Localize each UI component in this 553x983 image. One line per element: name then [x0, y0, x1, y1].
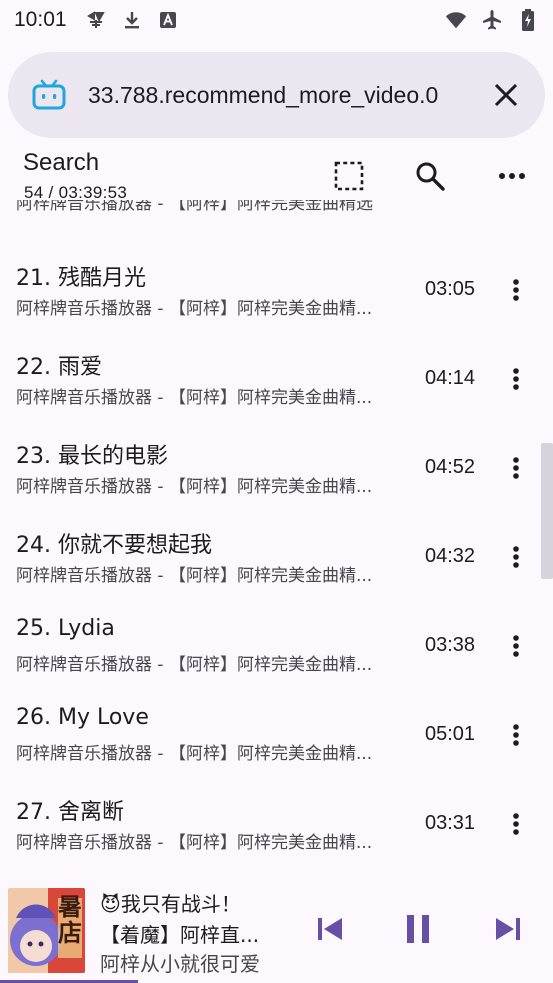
mini-player[interactable]: 暑 店 😈我只有战斗！ 【着魔】阿梓直... 阿梓从小就很可爱	[0, 885, 553, 983]
pause-icon[interactable]	[401, 912, 435, 946]
more-vertical-icon[interactable]	[505, 272, 527, 308]
status-time: 10:01	[14, 8, 67, 31]
list-item[interactable]: 24. 你就不要想起我 阿梓牌音乐播放器 - 【阿梓】阿梓完美金曲精... 04…	[0, 521, 553, 610]
list-item[interactable]: 22. 雨爱 阿梓牌音乐播放器 - 【阿梓】阿梓完美金曲精... 04:14	[0, 343, 553, 432]
app-notification-icon	[85, 9, 107, 31]
more-vertical-icon[interactable]	[505, 450, 527, 486]
wifi-icon	[445, 9, 467, 31]
list-item[interactable]: 26. My Love 阿梓牌音乐播放器 - 【阿梓】阿梓完美金曲精... 05…	[0, 699, 553, 788]
select-area-icon[interactable]	[332, 159, 366, 193]
track-title: 26. My Love	[16, 705, 149, 730]
list-item-partial[interactable]: 阿梓牌音乐播放器 - 【阿梓】阿梓完美金曲精选	[0, 200, 553, 222]
track-subtitle: 阿梓牌音乐播放器 - 【阿梓】阿梓完美金曲精...	[16, 388, 373, 408]
track-duration: 05:01	[425, 723, 476, 745]
track-duration: 04:32	[425, 545, 476, 567]
track-title: 23. 最长的电影	[16, 444, 168, 469]
skip-next-icon[interactable]	[491, 912, 525, 946]
more-vertical-icon[interactable]	[505, 806, 527, 842]
download-icon	[121, 9, 143, 31]
more-vertical-icon[interactable]	[505, 539, 527, 575]
track-subtitle: 阿梓牌音乐播放器 - 【阿梓】阿梓完美金曲精...	[16, 744, 373, 764]
track-duration: 04:52	[425, 456, 476, 478]
now-playing-title: 😈我只有战斗！	[100, 892, 241, 916]
track-duration: 03:38	[425, 634, 476, 656]
track-subtitle: 阿梓牌音乐播放器 - 【阿梓】阿梓完美金曲精...	[16, 566, 373, 586]
bilibili-tv-icon	[32, 78, 66, 112]
track-duration: 03:05	[425, 278, 476, 300]
search-icon[interactable]	[413, 159, 447, 193]
track-title: 27. 舍离断	[16, 800, 124, 825]
track-list[interactable]: 阿梓牌音乐播放器 - 【阿梓】阿梓完美金曲精选 21. 残酷月光 阿梓牌音乐播放…	[0, 200, 553, 885]
close-icon[interactable]	[491, 80, 521, 110]
list-item[interactable]: 23. 最长的电影 阿梓牌音乐播放器 - 【阿梓】阿梓完美金曲精... 04:5…	[0, 432, 553, 521]
page-title: Search	[23, 149, 100, 176]
text-app-icon	[157, 9, 179, 31]
status-icons-right	[445, 9, 539, 31]
album-cover[interactable]: 暑 店	[8, 888, 85, 973]
list-scrollbar[interactable]	[541, 443, 553, 579]
track-duration: 03:31	[425, 812, 476, 834]
track-title: 22. 雨爱	[16, 355, 102, 380]
track-subtitle: 阿梓牌音乐播放器 - 【阿梓】阿梓完美金曲精选	[16, 200, 373, 214]
now-playing-subtitle: 【着魔】阿梓直...	[100, 923, 260, 947]
airplane-mode-icon	[481, 9, 503, 31]
status-icons-left	[85, 9, 179, 31]
list-item[interactable]: 21. 残酷月光 阿梓牌音乐播放器 - 【阿梓】阿梓完美金曲精... 03:05	[0, 254, 553, 343]
url-bar[interactable]: 33.788.recommend_more_video.0	[8, 52, 545, 138]
skip-previous-icon[interactable]	[313, 912, 347, 946]
status-bar: 10:01	[0, 0, 553, 40]
more-vertical-icon[interactable]	[505, 361, 527, 397]
more-vertical-icon[interactable]	[505, 628, 527, 664]
track-duration: 04:14	[425, 367, 476, 389]
list-item[interactable]: 25. Lydia 阿梓牌音乐播放器 - 【阿梓】阿梓完美金曲精... 03:3…	[0, 610, 553, 699]
cover-text: 暑 店	[58, 892, 82, 948]
battery-charging-icon	[517, 9, 539, 31]
track-title: 24. 你就不要想起我	[16, 533, 212, 558]
list-item[interactable]: 27. 舍离断 阿梓牌音乐播放器 - 【阿梓】阿梓完美金曲精... 03:31	[0, 788, 553, 877]
now-playing-artist: 阿梓从小就很可爱	[100, 952, 260, 976]
track-subtitle: 阿梓牌音乐播放器 - 【阿梓】阿梓完美金曲精...	[16, 655, 373, 675]
track-subtitle: 阿梓牌音乐播放器 - 【阿梓】阿梓完美金曲精...	[16, 477, 373, 497]
track-subtitle: 阿梓牌音乐播放器 - 【阿梓】阿梓完美金曲精...	[16, 299, 373, 319]
track-title: 25. Lydia	[16, 616, 115, 641]
more-vertical-icon[interactable]	[505, 717, 527, 753]
more-horizontal-icon[interactable]	[495, 159, 529, 193]
url-text[interactable]: 33.788.recommend_more_video.0	[88, 82, 473, 109]
track-title: 21. 残酷月光	[16, 266, 146, 291]
track-subtitle: 阿梓牌音乐播放器 - 【阿梓】阿梓完美金曲精...	[16, 833, 373, 853]
